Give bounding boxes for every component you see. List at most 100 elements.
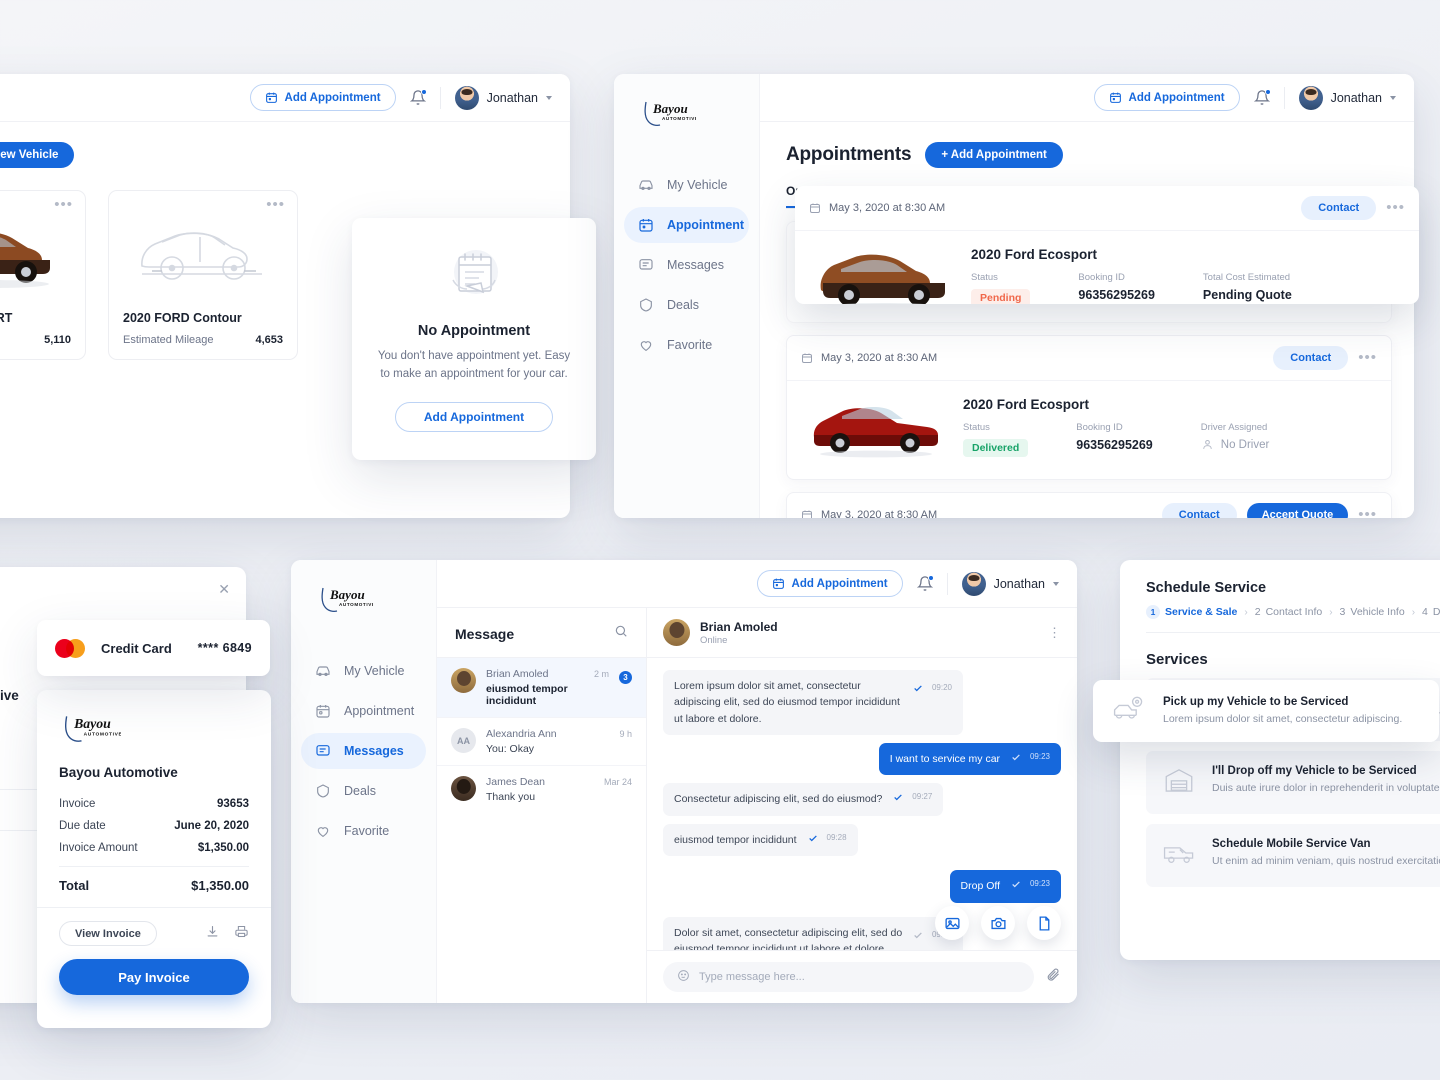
more-options-icon[interactable]: ••• [54,197,73,212]
more-options-icon[interactable]: ••• [1386,200,1405,215]
meta-value: 96356295269 [1078,288,1155,302]
chevron-down-icon [1390,95,1396,100]
message-thread-item[interactable]: James Dean Mar 24 Thank you [437,765,646,813]
print-icon[interactable] [234,924,249,944]
user-menu[interactable]: Jonathan [961,571,1059,596]
thread-header: James Dean Mar 24 [486,776,632,788]
sidebar-item-appointment[interactable]: Appointment [624,207,749,243]
add-appointment-button[interactable]: + Add Appointment [925,142,1063,168]
sidebar-item-favorite[interactable]: Favorite [624,327,749,363]
bell-icon[interactable] [409,88,427,107]
contact-button[interactable]: Contact [1161,503,1237,518]
sidebar-item-deals[interactable]: Deals [301,773,426,809]
mileage-value: 5,110 [44,334,71,346]
meta-booking-id: Booking ID 96356295269 [1076,422,1152,457]
sidebar-item-my-vehicle[interactable]: My Vehicle [624,167,749,203]
accept-quote-button[interactable]: Accept Quote [1246,503,1349,518]
contact-button[interactable]: Contact [1301,196,1377,220]
image-icon[interactable] [935,906,969,940]
emoji-icon[interactable] [677,969,690,985]
user-menu[interactable]: Jonathan [1298,85,1396,110]
service-option[interactable]: I'll Drop off my Vehicle to be Serviced … [1146,751,1440,814]
svg-text:AUTOMOTIVE: AUTOMOTIVE [339,602,373,607]
camera-icon[interactable] [981,906,1015,940]
pay-invoice-button[interactable]: Pay Invoice [59,959,249,995]
svg-text:Bayou: Bayou [73,716,111,731]
more-vertical-icon[interactable]: ⋮ [1048,626,1061,639]
service-option-highlighted[interactable]: Pick up my Vehicle to be Serviced Lorem … [1093,680,1439,742]
document-icon[interactable] [1027,906,1061,940]
bell-icon[interactable] [916,574,934,593]
meta-label: Total Cost Estimated [1202,272,1291,283]
add-appointment-button[interactable]: Add Appointment [249,84,396,111]
calendar-icon [809,202,821,214]
vehicle-card[interactable]: ••• ORD ECOSPORT Mileage 5,110 [0,190,86,360]
sidebar-item-deals[interactable]: Deals [624,287,749,323]
add-appointment-button[interactable]: Add Appointment [1093,84,1240,111]
appointment-card[interactable]: May 3, 2020 at 8:30 AM Contact Accept Qu… [786,492,1392,518]
bubble-time: 09:23 [1029,879,1050,889]
sidebar-item-favorite[interactable]: Favorite [301,813,426,849]
chat-pane: Brian Amoled Online ⋮ 09:20 Lorem ipsum … [647,608,1077,1003]
appointment-actions: Contact ••• [1301,196,1405,220]
step-1[interactable]: 1 Service & Sale [1146,605,1237,619]
thread-header: Brian Amoled 2 m [486,668,609,680]
add-appointment-button[interactable]: Add Appointment [394,401,554,432]
message-thread-item[interactable]: AA Alexandria Ann 9 h You: Okay [437,717,646,765]
more-options-icon[interactable]: ••• [1358,507,1377,518]
add-new-vehicle-button[interactable]: + Add New Vehicle [0,142,75,168]
vehicle-card[interactable]: ••• 2020 FORD Contour Estimated Mileage … [108,190,298,360]
avatar [1298,85,1323,110]
step-4[interactable]: 4 D [1422,606,1440,618]
search-icon[interactable] [614,624,628,643]
vehicle-mileage-row: Estimated Mileage 4,653 [123,334,283,346]
sidebar-item-messages[interactable]: Messages [624,247,749,283]
bubble-text: Drop Off [960,880,1001,893]
section-title: Services [1146,651,1208,668]
page-title: Schedule Service [1146,580,1267,596]
avatar-initials: AA [451,728,476,753]
credit-card-row[interactable]: Credit Card **** 6849 [37,620,270,676]
message-thread-item[interactable]: Brian Amoled 2 m eiusmod tempor incididu… [437,658,646,717]
add-appointment-label: Add Appointment [1128,91,1225,104]
brand-logo: Bayou AUTOMOTIVE [640,96,759,133]
add-appointment-button[interactable]: Add Appointment [756,570,903,597]
step-3[interactable]: 3 Vehicle Info [1340,606,1405,618]
paperclip-icon[interactable] [1046,967,1061,987]
calendar-icon [801,509,813,518]
notification-dot [420,88,427,95]
meta-label: Status [963,422,990,433]
sidebar-item-label: My Vehicle [344,664,405,678]
user-menu[interactable]: Jonathan [454,85,552,110]
appointment-card-highlighted[interactable]: May 3, 2020 at 8:30 AM Contact ••• 2020 … [795,186,1419,304]
appointment-model: 2020 Ford Ecosport [971,247,1098,262]
step-2[interactable]: 2 Contact Info [1255,606,1322,618]
close-icon[interactable]: ✕ [218,581,230,598]
bell-icon[interactable] [1253,88,1271,107]
more-options-icon[interactable]: ••• [266,197,285,212]
appointments-topbar: Add Appointment Jonathan [760,74,1414,122]
step-label: Contact Info [1265,606,1323,618]
brand-logo: Bayou AUTOMOTIVE [65,716,122,742]
appointment-info: 2020 Ford Ecosport Status Pending Bookin… [971,245,1405,304]
bubble-text: Consectetur adipiscing elit, sed do eius… [674,793,883,806]
contact-button[interactable]: Contact [1273,346,1349,370]
message-input[interactable]: Type message here... [663,962,1034,992]
thread-name: Brian Amoled [486,668,549,680]
avatar [451,668,476,693]
sidebar-item-messages[interactable]: Messages [301,733,426,769]
more-options-icon[interactable]: ••• [1358,350,1377,365]
appointment-card-header: May 3, 2020 at 8:30 AM Contact ••• [787,336,1391,381]
service-option[interactable]: Schedule Mobile Service Van Ut enim ad m… [1146,824,1440,887]
view-invoice-button[interactable]: View Invoice [59,921,157,946]
thread-preview: eiusmod tempor incididunt [486,683,568,707]
appointment-card[interactable]: May 3, 2020 at 8:30 AM Contact ••• 2020 … [786,335,1392,480]
sidebar-item-my-vehicle[interactable]: My Vehicle [301,653,426,689]
sidebar-item-label: Appointment [667,218,745,232]
total-label: Total [59,878,90,893]
vehicle-thumbnail [801,387,951,465]
invoice-footer-icons [205,924,249,944]
sidebar-item-appointment[interactable]: Appointment [301,693,426,729]
download-icon[interactable] [205,924,220,944]
sidebar-item-label: Messages [667,258,724,272]
